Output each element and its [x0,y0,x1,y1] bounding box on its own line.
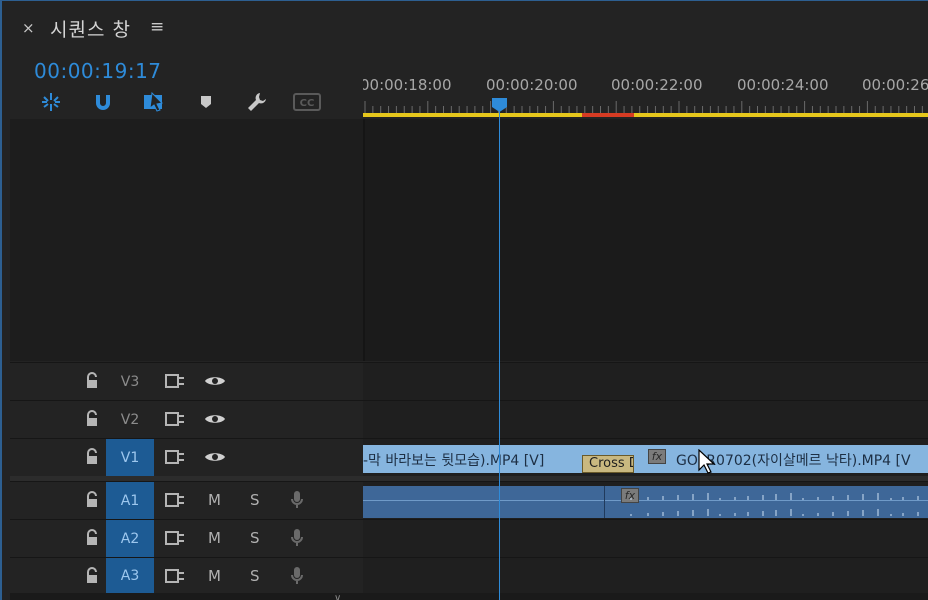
snap-insert-icon[interactable] [37,89,65,115]
unlock-icon[interactable] [84,529,100,547]
timeline-empty-area [365,119,928,361]
track-label[interactable]: V3 [106,363,154,400]
track-v3: V3 [10,362,928,400]
unlock-icon[interactable] [84,372,100,390]
track-header: A1 M S [10,482,363,519]
sync-lock-icon[interactable] [165,411,185,427]
magnet-snap-icon[interactable] [89,89,117,115]
mic-icon[interactable] [290,566,304,586]
sync-lock-icon[interactable] [165,449,185,465]
panel-title[interactable]: 시퀀스 창 [50,15,131,42]
unlock-icon[interactable] [84,448,100,466]
mute-button[interactable]: M [208,491,221,509]
mouse-cursor-icon [698,449,716,474]
track-lane[interactable] [363,363,928,400]
mic-icon[interactable] [290,490,304,510]
ruler-ticks [364,101,923,113]
track-lane: fx [363,482,928,519]
track-label[interactable]: A1 [106,482,154,519]
eye-icon[interactable] [204,374,226,388]
solo-button[interactable]: S [250,529,260,547]
video-clip[interactable]: -막 바라보는 뒷모습).MP4 [V] Cross D fx GOPR0702… [363,445,928,473]
render-status-bar [582,113,634,117]
solo-button[interactable]: S [250,491,260,509]
unlock-icon[interactable] [84,410,100,428]
unlock-icon[interactable] [84,491,100,509]
fx-icon: fx [648,449,666,464]
audio-waveform [630,493,919,516]
track-header: V1 [10,439,363,476]
sequence-panel: × 시퀀스 창 ≡ 00:00:19:17 CC 00:00:18:00 00:… [0,0,928,600]
track-a3: A3 M S [10,557,928,593]
linked-selection-icon[interactable] [140,89,168,115]
track-v1: V1 -막 바라보는 뒷모습).MP4 [V] Cross D fx GOPR0… [10,438,928,476]
chevron-down-icon[interactable]: ∨ [334,593,341,600]
track-v2: V2 [10,400,928,438]
svg-text:CC: CC [300,98,315,109]
mute-button[interactable]: M [208,567,221,585]
timeline-scrollbar[interactable] [10,593,928,600]
track-a1: A1 M S fx [10,481,928,519]
track-lane[interactable] [363,558,928,593]
playhead-line[interactable] [499,111,500,600]
clip-name: -막 바라보는 뒷모습).MP4 [V] [363,453,545,469]
track-header: A2 M S [10,520,363,557]
track-lane[interactable] [363,401,928,438]
add-marker-icon[interactable] [192,89,220,115]
eye-icon[interactable] [204,412,226,426]
track-header: A3 M S [10,558,363,593]
work-area-bar[interactable] [363,113,928,117]
unlock-icon[interactable] [84,567,100,585]
playhead-handle-icon[interactable] [491,97,508,113]
wrench-settings-icon[interactable] [243,89,271,115]
mute-button[interactable]: M [208,529,221,547]
close-tab-button[interactable]: × [22,19,35,37]
track-label[interactable]: V2 [106,401,154,438]
sync-lock-icon[interactable] [165,568,185,584]
track-header: V3 [10,363,363,400]
track-header: V2 [10,401,363,438]
sync-lock-icon[interactable] [165,492,185,508]
cross-dissolve-transition[interactable]: Cross D [582,455,634,473]
track-label[interactable]: V1 [106,439,154,476]
sync-lock-icon[interactable] [165,373,185,389]
mic-icon[interactable] [290,528,304,548]
track-header-empty-area [10,119,363,361]
solo-button[interactable]: S [250,567,260,585]
track-a2: A2 M S [10,519,928,557]
audio-clip[interactable]: fx [363,486,928,518]
panel-header: × 시퀀스 창 ≡ [2,1,928,53]
track-label[interactable]: A3 [106,558,154,593]
hamburger-menu-icon[interactable]: ≡ [150,17,164,37]
sync-lock-icon[interactable] [165,530,185,546]
track-lane[interactable] [363,520,928,557]
time-ruler[interactable]: 00:00:18:00 00:00:20:00 00:00:22:00 00:0… [363,61,928,119]
track-lane: -막 바라보는 뒷모습).MP4 [V] Cross D fx GOPR0702… [363,439,928,476]
captions-icon[interactable]: CC [292,89,322,115]
eye-icon[interactable] [204,450,226,464]
track-label[interactable]: A2 [106,520,154,557]
playhead-timecode[interactable]: 00:00:19:17 [34,59,162,83]
